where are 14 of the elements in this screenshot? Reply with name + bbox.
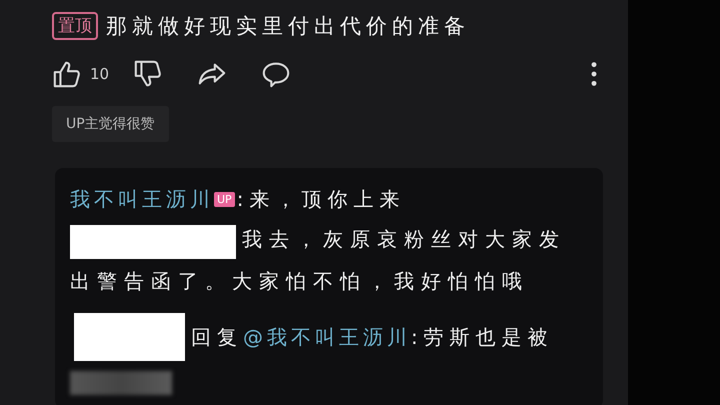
up-liked-tag: UP主觉得很赞: [52, 106, 169, 142]
reply-prefix: 回复: [191, 324, 243, 350]
thumbs-up-icon[interactable]: [52, 59, 82, 89]
more-icon[interactable]: [590, 59, 598, 89]
pinned-badge: 置顶: [52, 12, 98, 40]
like-count: 10: [90, 65, 110, 83]
reply-text: :劳斯也是被: [411, 324, 554, 350]
thumbs-down-icon[interactable]: [133, 59, 164, 89]
reply-text: 我去，灰原哀粉丝对大家发出警告函了。大家怕不怕，我好怕怕哦: [70, 227, 566, 293]
username-link[interactable]: 我不叫王沥川: [70, 186, 214, 213]
reply-text: :来，顶你上来: [236, 186, 406, 213]
up-badge: UP: [214, 192, 235, 207]
comment-text: 那就做好现实里付出代价的准备: [106, 13, 470, 40]
mention-link[interactable]: @我不叫王沥川: [243, 324, 411, 350]
